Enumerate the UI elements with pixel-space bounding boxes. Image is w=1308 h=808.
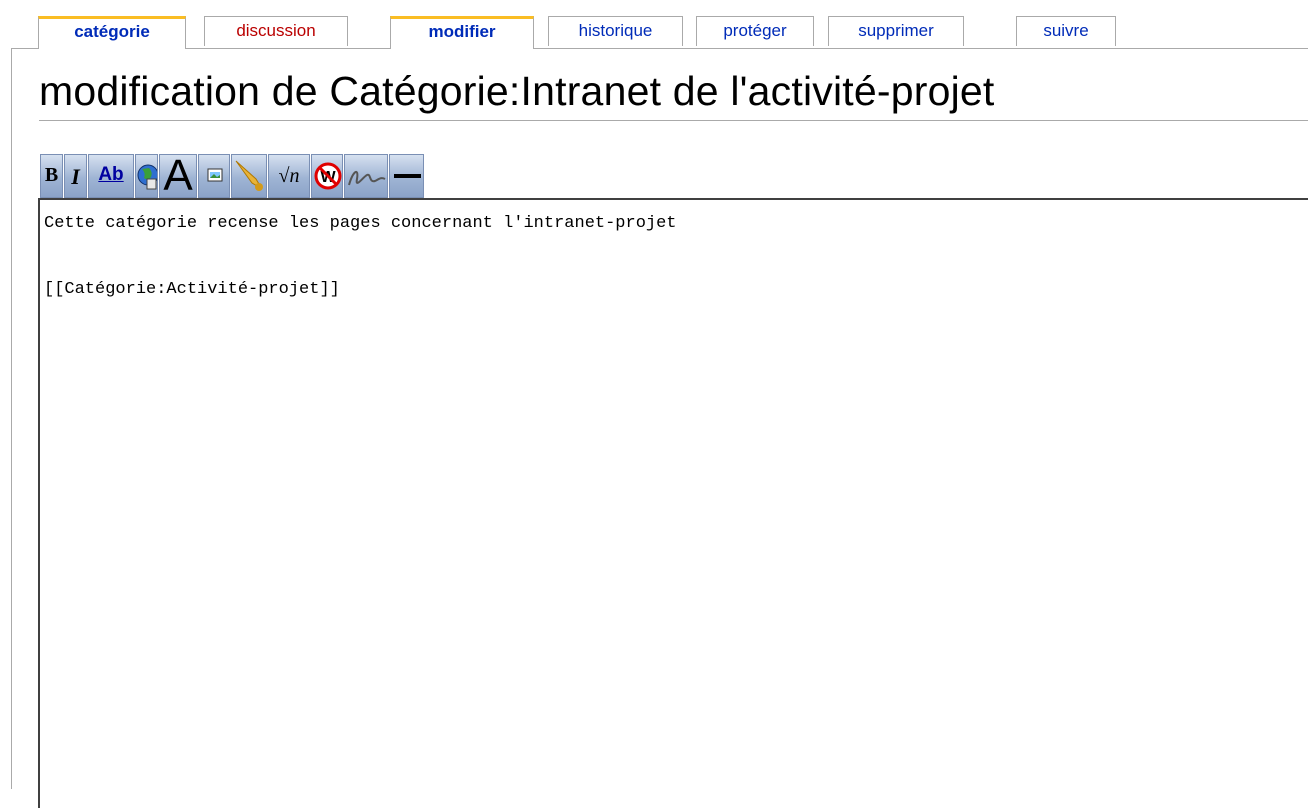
signature-button[interactable]: [344, 154, 388, 198]
media-button[interactable]: [231, 154, 267, 198]
tab-label: discussion: [236, 21, 316, 40]
tab-watch[interactable]: suivre: [1016, 16, 1116, 46]
page-title: modification de Catégorie:Intranet de l'…: [39, 68, 995, 114]
tab-label: historique: [578, 21, 653, 40]
horizontal-line-icon: [394, 174, 421, 178]
tab-discussion[interactable]: discussion: [204, 16, 348, 46]
tab-label: suivre: [1043, 21, 1089, 40]
tab-protect[interactable]: protéger: [696, 16, 814, 46]
headline-icon: A: [163, 154, 193, 198]
external-link-icon: [137, 164, 157, 190]
internal-link-icon: Ab: [98, 164, 124, 185]
internal-link-button[interactable]: Ab: [88, 154, 134, 198]
content-left-border: [11, 48, 12, 789]
tab-label: modifier: [428, 22, 496, 41]
title-divider: [39, 120, 1308, 121]
external-link-button[interactable]: [135, 154, 158, 198]
italic-icon: I: [71, 164, 80, 189]
italic-button[interactable]: I: [64, 154, 87, 198]
headline-button[interactable]: A: [159, 154, 197, 198]
content-top-border: [11, 48, 1308, 49]
tab-edit[interactable]: modifier: [390, 16, 534, 49]
math-icon: √n: [278, 165, 300, 187]
tab-label: supprimer: [858, 21, 934, 40]
tab-history[interactable]: historique: [548, 16, 683, 46]
image-button[interactable]: [198, 154, 230, 198]
nowiki-icon: W: [314, 162, 342, 190]
bold-icon: B: [44, 164, 59, 186]
media-icon: [235, 160, 263, 191]
editor-line: [[Catégorie:Activité-projet]]: [44, 280, 340, 299]
math-button[interactable]: √n: [268, 154, 310, 198]
tab-category[interactable]: catégorie: [38, 16, 186, 49]
signature-icon: [348, 170, 386, 186]
edit-textarea[interactable]: Cette catégorie recense les pages concer…: [38, 198, 1308, 808]
bold-button[interactable]: B: [40, 154, 63, 198]
tab-label: catégorie: [74, 22, 150, 41]
nowiki-button[interactable]: W: [311, 154, 343, 198]
tab-label: protéger: [723, 21, 787, 40]
tab-delete[interactable]: supprimer: [828, 16, 964, 46]
image-icon: [207, 168, 223, 182]
editor-line: Cette catégorie recense les pages concer…: [44, 214, 677, 233]
horizontal-line-button[interactable]: [389, 154, 424, 198]
